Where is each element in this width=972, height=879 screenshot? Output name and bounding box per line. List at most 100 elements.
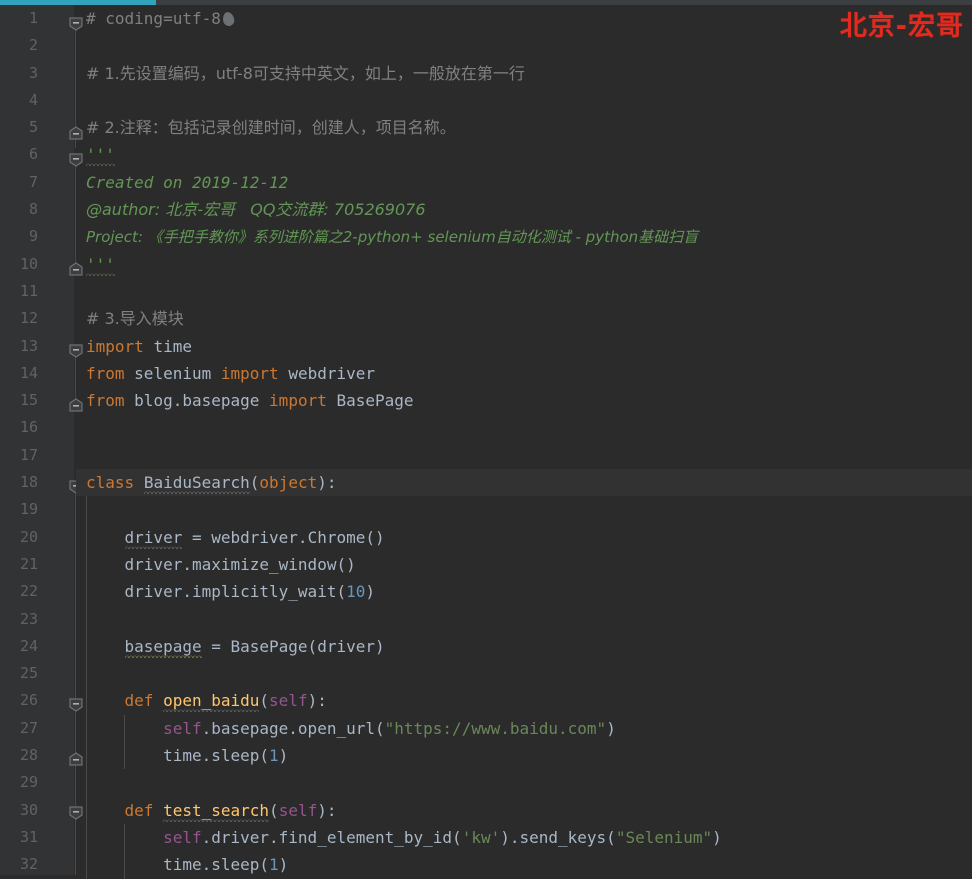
line-number: 21: [19, 554, 38, 573]
indent-guide: [86, 823, 87, 852]
code-line-10[interactable]: ''': [76, 251, 972, 278]
line-number: 20: [19, 527, 38, 546]
code-line-5[interactable]: # 2.注释：包括记录创建时间，创建人，项目名称。: [76, 114, 972, 141]
code-line-16[interactable]: [76, 414, 972, 441]
line-number: 10: [19, 254, 38, 273]
indent-guide: [124, 742, 125, 770]
indent-guide: [86, 550, 87, 579]
code-line-2[interactable]: [76, 32, 972, 59]
string-kw: 'kw': [461, 827, 501, 847]
code-line-15[interactable]: from blog.basepage import BasePage: [76, 387, 972, 414]
code-line-3[interactable]: # 1.先设置编码，utf-8可支持中英文，如上，一般放在第一行: [76, 60, 972, 87]
line-number: 2: [28, 36, 38, 55]
expression: .basepage.open_url(: [201, 718, 385, 738]
code-line-31[interactable]: self.driver.find_element_by_id('kw').sen…: [76, 823, 972, 852]
code-line-27[interactable]: self.basepage.open_url("https://www.baid…: [76, 714, 972, 743]
code-line-6[interactable]: ''': [76, 141, 972, 168]
module-name: blog.basepage: [134, 391, 260, 411]
line-number: 28: [19, 746, 38, 765]
code-line-18[interactable]: class BaiduSearch(object):: [76, 469, 972, 497]
string-selenium: "Selenium": [615, 827, 713, 847]
line-number: 19: [19, 500, 38, 519]
code-line-25[interactable]: [76, 660, 972, 688]
line-number: 13: [19, 336, 38, 355]
code-line-17[interactable]: [76, 442, 972, 469]
expression: ).send_keys(: [500, 827, 616, 847]
expression: time.sleep(: [163, 855, 270, 875]
string-url: "https://www.baidu.com": [384, 718, 607, 738]
code-line-32[interactable]: time.sleep(1): [76, 851, 972, 879]
paren-close: ): [606, 718, 616, 738]
comment-token: # coding=utf-8: [86, 9, 221, 28]
indent-guide: [86, 605, 87, 633]
line-number: 31: [19, 827, 38, 846]
code-line-29[interactable]: [76, 769, 972, 797]
keyword-import: import: [86, 336, 144, 356]
code-line-24[interactable]: basepage = BasePage(driver): [76, 632, 972, 661]
code-line-11[interactable]: [76, 278, 972, 305]
number-literal: 1: [269, 855, 279, 875]
line-number: 22: [19, 582, 38, 601]
indent-guide: [86, 714, 87, 743]
code-line-1[interactable]: # coding=utf-8: [76, 5, 972, 32]
code-line-20[interactable]: driver = webdriver.Chrome(): [76, 523, 972, 551]
code-line-26[interactable]: def open_baidu(self):: [76, 687, 972, 715]
line-number: 7: [28, 172, 38, 191]
code-line-30[interactable]: def test_search(self):: [76, 796, 972, 824]
function-name-open-baidu: open_baidu: [163, 691, 260, 713]
keyword-self: self: [163, 827, 202, 847]
module-name: time: [153, 336, 192, 356]
line-number: 4: [28, 90, 38, 109]
indent-guide: [86, 687, 87, 715]
line-number: 24: [19, 636, 38, 655]
expression: .driver.find_element_by_id(: [201, 827, 462, 847]
keyword-def: def: [124, 800, 154, 820]
paren-close: ): [712, 827, 722, 847]
line-number: 23: [19, 609, 38, 628]
indent-guide: [124, 823, 125, 852]
code-editor-window: 北京-宏哥 1 2 3 4 5 6 7 8 9 10 11 12 13 14 15 16 17 18 19 20 21 2…: [0, 0, 972, 879]
expression: driver.maximize_window(): [124, 554, 356, 574]
indent-guide: [124, 714, 125, 743]
code-line-4[interactable]: [76, 87, 972, 114]
code-line-23[interactable]: [76, 605, 972, 633]
code-line-8[interactable]: @author: 北京-宏哥 QQ交流群: 705269076: [76, 196, 972, 223]
expression: = BasePage(driver): [201, 636, 385, 656]
keyword-from: from: [86, 391, 125, 411]
code-line-22[interactable]: driver.implicitly_wait(10): [76, 578, 972, 606]
assignment: =: [182, 527, 212, 547]
code-line-7[interactable]: Created on 2019-12-12: [76, 169, 972, 196]
comment-token: # 1.先设置编码，utf-8可支持中英文，如上，一般放在第一行: [86, 63, 525, 83]
indent-guide: [86, 496, 87, 524]
line-number: 8: [28, 200, 38, 219]
paren-close: ): [278, 746, 289, 766]
number-literal: 1: [269, 746, 279, 766]
line-number: 25: [19, 664, 38, 683]
line-number: 1: [28, 9, 38, 27]
line-number: 30: [19, 800, 38, 819]
code-line-12[interactable]: # 3.导入模块: [76, 305, 972, 332]
code-text-area[interactable]: # coding=utf-8 # 1.先设置编码，utf-8可支持中英文，如上，…: [76, 5, 972, 879]
code-line-9[interactable]: Project: 《手把手教你》系列进阶篇之2-python+ selenium…: [76, 223, 972, 250]
code-line-28[interactable]: time.sleep(1): [76, 742, 972, 770]
line-number: 14: [19, 363, 38, 382]
code-line-21[interactable]: driver.maximize_window(): [76, 550, 972, 579]
code-line-13[interactable]: import time: [76, 333, 972, 360]
code-line-19[interactable]: [76, 496, 972, 524]
keyword-import: import: [220, 363, 279, 383]
code-line-14[interactable]: from selenium import webdriver: [76, 360, 972, 387]
line-number: 32: [19, 855, 38, 874]
line-number-gutter[interactable]: 1 2 3 4 5 6 7 8 9 10 11 12 13 14 15 16 17 18 19 20 21 22 23 24 2…: [0, 5, 75, 875]
line-number: 12: [19, 309, 38, 328]
number-literal: 10: [346, 582, 366, 602]
line-number: 26: [19, 691, 38, 710]
module-name: selenium: [134, 363, 212, 383]
docstring-created-token: Created on 2019-12-12: [86, 172, 289, 192]
